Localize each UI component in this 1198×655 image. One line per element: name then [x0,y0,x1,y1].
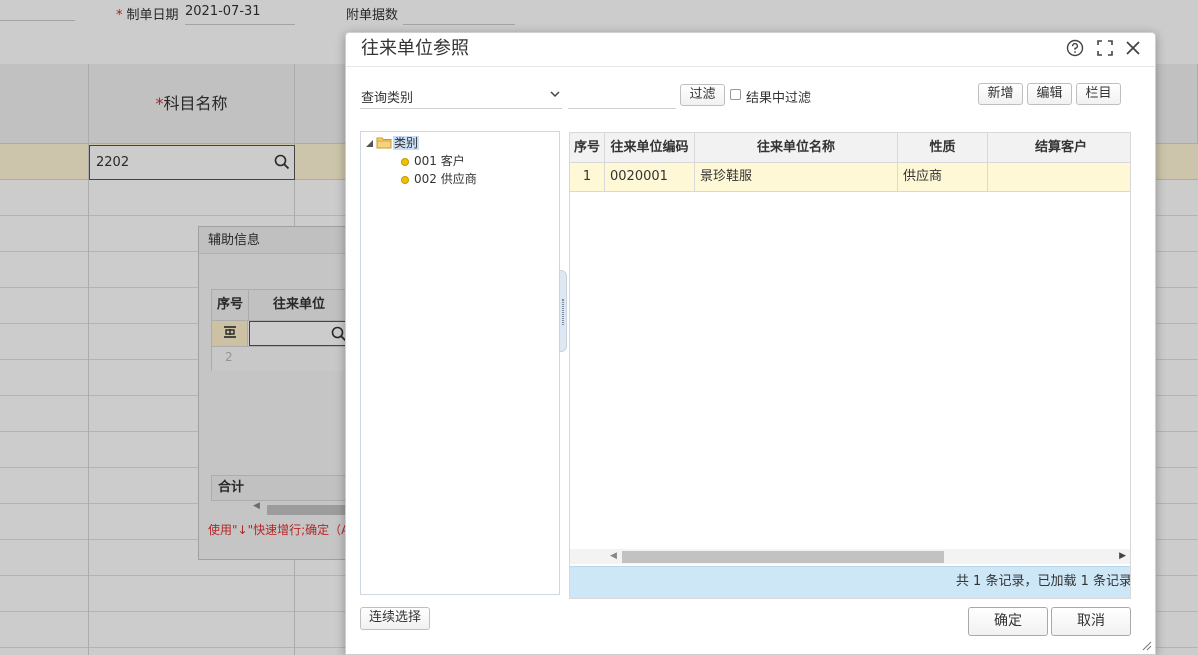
add-button[interactable]: 新增 [978,83,1023,105]
scroll-right-arrow-icon[interactable]: ▶ [1119,549,1126,564]
node-bullet-icon [401,158,409,166]
continuous-select-button[interactable]: 连续选择 [360,607,430,630]
grid-horizontal-scrollbar[interactable]: ◀ ▶ [570,549,1130,564]
columns-button[interactable]: 栏目 [1076,83,1121,105]
folder-icon [376,137,392,149]
category-tree: 类别 001 客户 002 供应商 [360,131,560,595]
row-name: 景珍鞋服 [695,163,898,191]
row-settle-customer [988,163,1130,191]
collapse-triangle-icon[interactable] [365,139,374,148]
column-header-settle-customer[interactable]: 结算客户 [988,133,1130,162]
splitter-grip[interactable] [562,299,564,325]
column-header-nature[interactable]: 性质 [898,133,988,162]
tree-root-node[interactable]: 类别 [365,134,420,151]
filter-in-results-checkbox[interactable] [730,89,741,100]
dialog-title: 往来单位参照 [361,38,469,59]
node-bullet-icon [401,176,409,184]
column-header-seq[interactable]: 序号 [570,133,605,162]
table-row[interactable]: 1 0020001 景珍鞋服 供应商 [570,163,1130,192]
title-divider [346,66,1155,67]
help-icon[interactable] [1066,39,1084,57]
ok-button[interactable]: 确定 [968,607,1048,636]
tree-root-label[interactable]: 类别 [393,136,420,150]
grid-header: 序号 往来单位编码 往来单位名称 性质 结算客户 [570,133,1130,163]
chevron-down-icon [550,91,560,98]
cancel-button[interactable]: 取消 [1051,607,1131,636]
row-seq: 1 [570,163,605,191]
record-count-text: 共 1 条记录，已加载 1 条记录 [955,574,1131,589]
tree-node-supplier[interactable]: 002 供应商 [401,170,477,187]
grid-status-bar: 共 1 条记录，已加载 1 条记录 [570,566,1131,598]
partner-reference-dialog: 往来单位参照 查询类别 过滤 结果中过滤 新增 编辑 栏目 类别 001 客户 … [345,32,1156,655]
edit-button[interactable]: 编辑 [1027,83,1072,105]
partner-grid: 序号 往来单位编码 往来单位名称 性质 结算客户 1 0020001 景珍鞋服 … [569,132,1131,599]
scroll-left-arrow-icon[interactable]: ◀ [610,549,617,564]
maximize-icon[interactable] [1096,39,1114,57]
query-type-select[interactable]: 查询类别 [360,83,562,109]
resize-grip-icon[interactable] [1142,641,1152,651]
tree-node-customer[interactable]: 001 客户 [401,152,465,169]
query-type-value: 查询类别 [361,91,414,106]
row-nature: 供应商 [898,163,988,191]
scroll-thumb[interactable] [622,551,944,563]
close-icon[interactable] [1124,39,1142,57]
column-header-name[interactable]: 往来单位名称 [695,133,898,162]
row-code: 0020001 [605,163,695,191]
column-header-code[interactable]: 往来单位编码 [605,133,695,162]
filter-button[interactable]: 过滤 [680,84,725,106]
filter-in-results-label: 结果中过滤 [746,91,812,106]
filter-input[interactable] [568,83,676,109]
panel-splitter[interactable] [559,270,567,352]
